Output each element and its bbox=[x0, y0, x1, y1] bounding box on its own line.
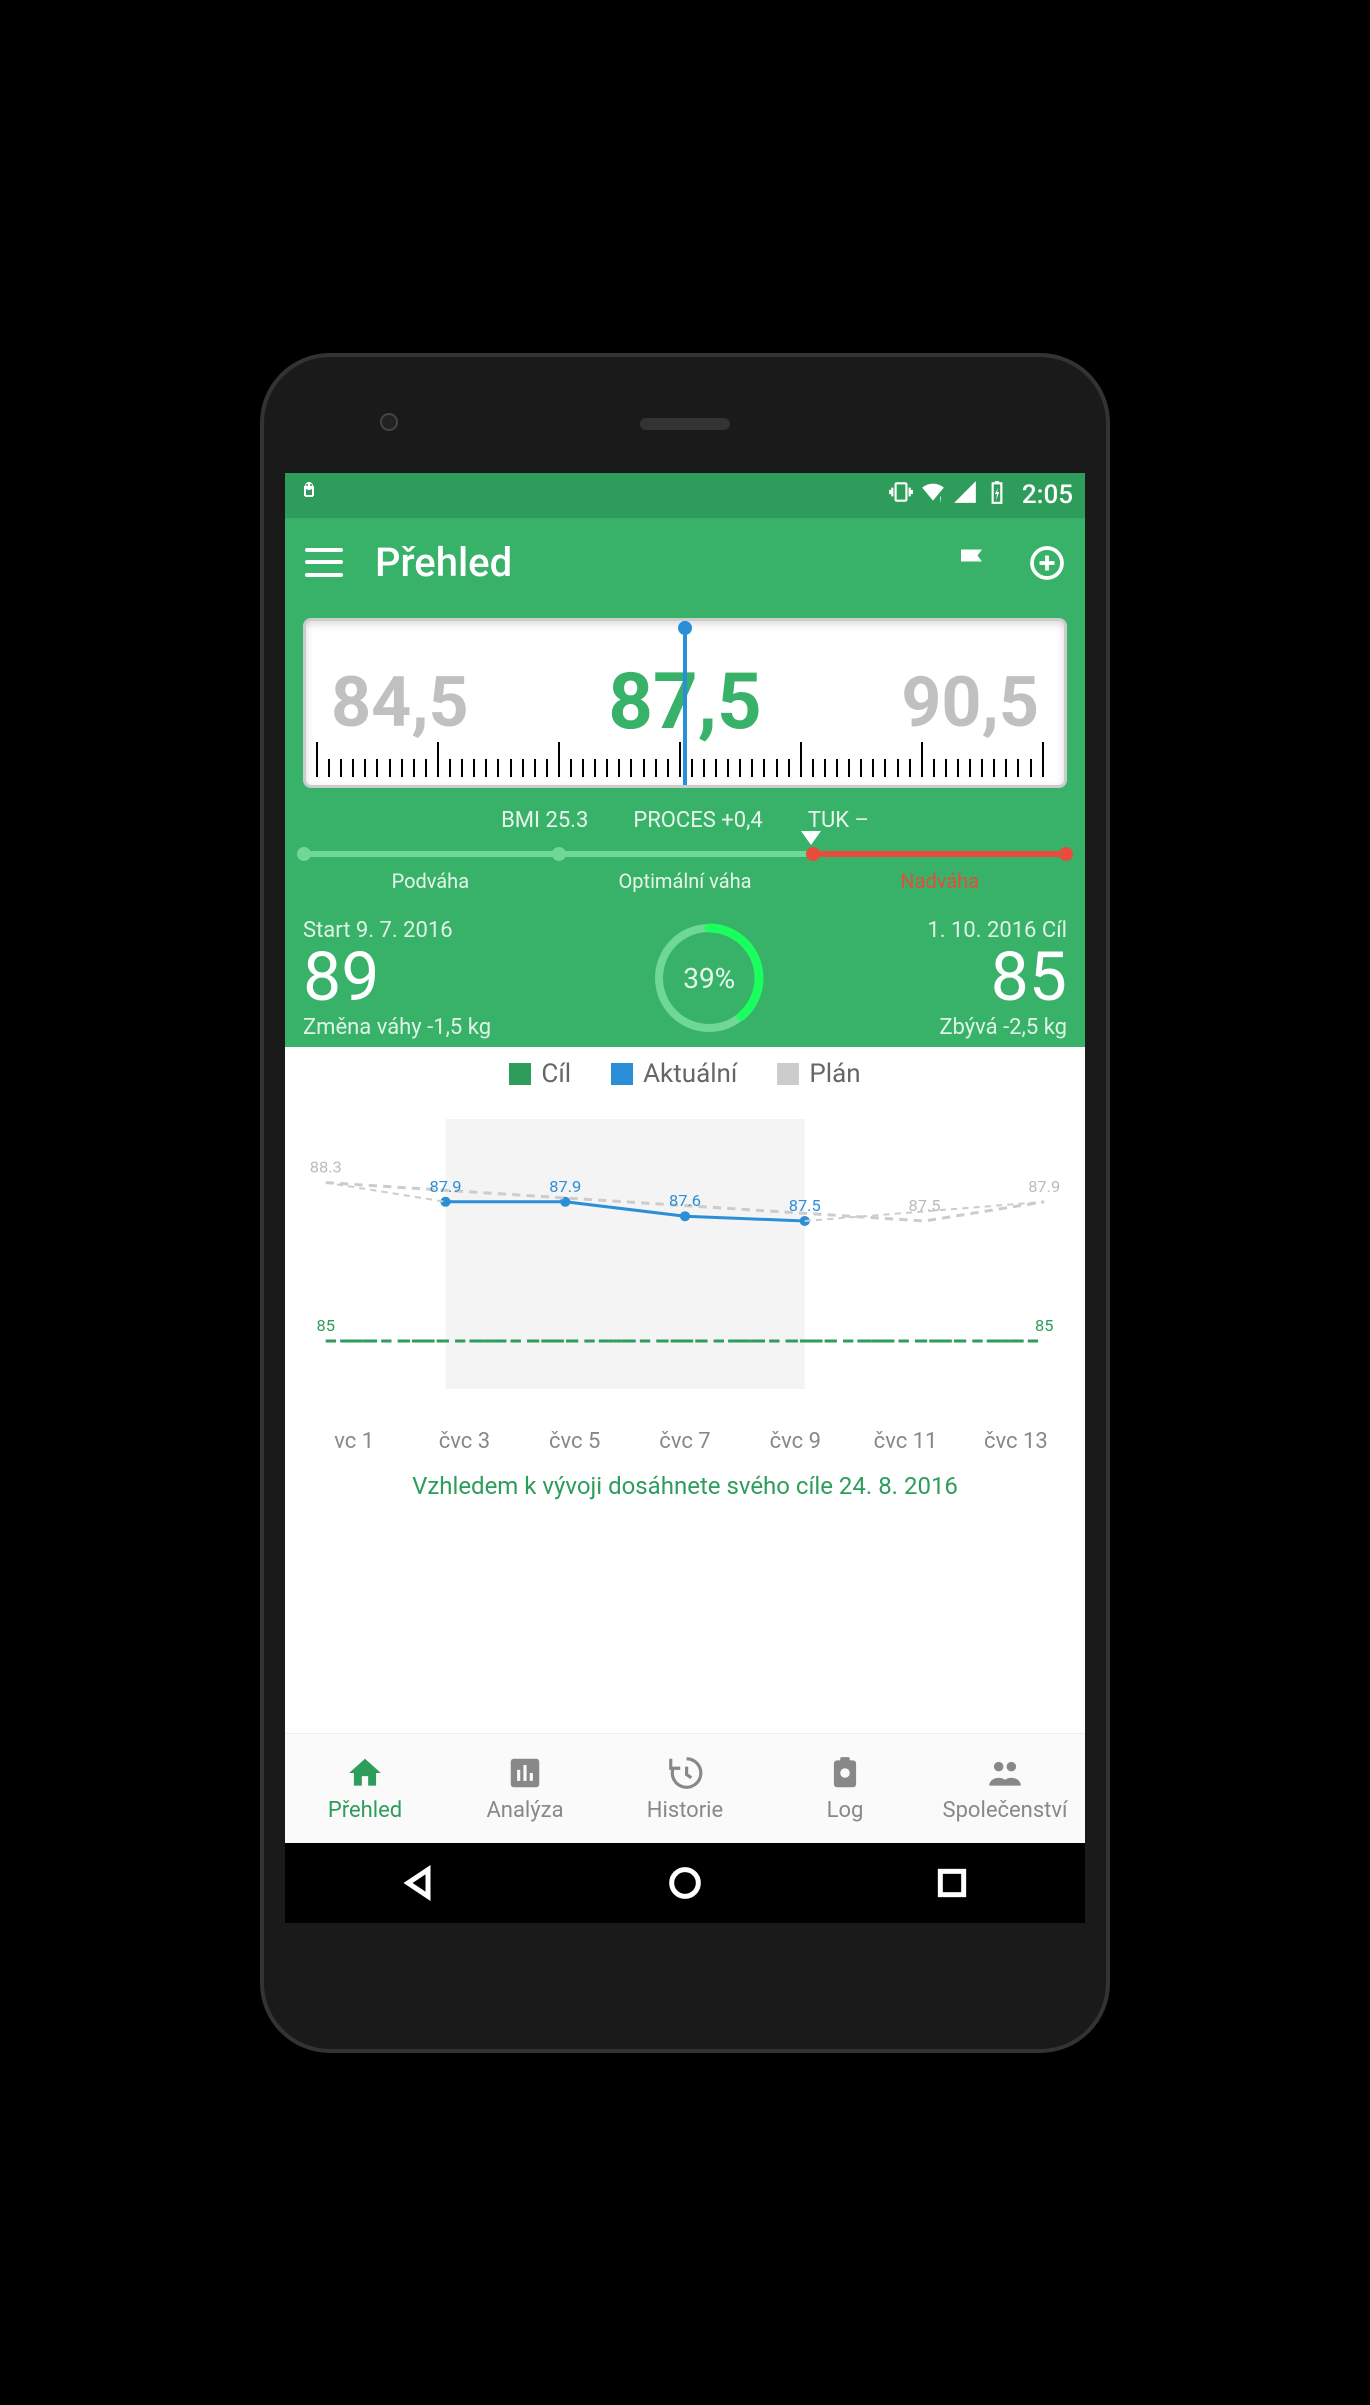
legend-actual: Aktuální bbox=[611, 1059, 737, 1089]
fat-value: TUK – bbox=[808, 808, 869, 833]
xaxis-label: čvc 5 bbox=[520, 1429, 630, 1454]
svg-text:87.9: 87.9 bbox=[1028, 1176, 1060, 1195]
goal-start: Start 9. 7. 2016 89 Změna váhy -1,5 kg bbox=[303, 918, 491, 1039]
goal-start-value: 89 bbox=[303, 943, 491, 1011]
xaxis-label: čvc 13 bbox=[961, 1429, 1071, 1454]
process-value: PROCES +0,4 bbox=[633, 808, 762, 833]
home-button[interactable] bbox=[665, 1863, 705, 1903]
wifi-icon: ! bbox=[920, 479, 946, 512]
log-icon bbox=[826, 1754, 864, 1792]
goal-end-delta: Zbývá -2,5 kg bbox=[927, 1015, 1067, 1039]
bmi-scale-labels: Podváha Optimální váha Nadváha bbox=[303, 869, 1067, 893]
status-time: 2:05 bbox=[1022, 480, 1073, 510]
svg-text:87.5: 87.5 bbox=[789, 1196, 821, 1215]
bottom-nav: Přehled Analýza Historie Log Společenstv… bbox=[285, 1733, 1085, 1843]
bmi-over-label: Nadváha bbox=[812, 869, 1067, 893]
xaxis-label: čvc 9 bbox=[740, 1429, 850, 1454]
xaxis-label: čvc 7 bbox=[630, 1429, 740, 1454]
nav-history[interactable]: Historie bbox=[605, 1734, 765, 1843]
forecast-text: Vzhledem k vývoji dosáhnete svého cíle 2… bbox=[295, 1472, 1075, 1500]
svg-text:!: ! bbox=[939, 494, 941, 503]
android-debug-icon bbox=[297, 480, 321, 511]
phone-frame: ! 2:05 Přehled 84,5 87,5 90,5 bbox=[260, 353, 1110, 2053]
back-button[interactable] bbox=[398, 1863, 438, 1903]
progress-ring: 39% bbox=[649, 918, 769, 1038]
menu-icon[interactable] bbox=[305, 544, 343, 582]
bmi-optimal-label: Optimální váha bbox=[558, 869, 813, 893]
svg-text:87.9: 87.9 bbox=[549, 1176, 581, 1195]
nav-log[interactable]: Log bbox=[765, 1734, 925, 1843]
xaxis-label: vc 1 bbox=[299, 1429, 409, 1454]
svg-text:85: 85 bbox=[317, 1316, 335, 1335]
progress-percent: 39% bbox=[649, 918, 769, 1038]
flag-icon[interactable] bbox=[955, 545, 991, 581]
chart-plot: 88.3 85 87.9 87.9 87.6 87.5 87.5 87.9 85 bbox=[295, 1119, 1075, 1419]
nav-analysis[interactable]: Analýza bbox=[445, 1734, 605, 1843]
goal-end-value: 85 bbox=[927, 943, 1067, 1011]
status-bar: ! 2:05 bbox=[285, 473, 1085, 518]
screen: ! 2:05 Přehled 84,5 87,5 90,5 bbox=[285, 473, 1085, 1923]
metrics-row: BMI 25.3 PROCES +0,4 TUK – bbox=[303, 808, 1067, 833]
nav-community[interactable]: Společenství bbox=[925, 1734, 1085, 1843]
bmi-scale bbox=[303, 847, 1067, 861]
svg-text:88.3: 88.3 bbox=[310, 1157, 342, 1176]
chart-legend: Cíl Aktuální Plán bbox=[295, 1059, 1075, 1089]
page-title: Přehled bbox=[375, 539, 923, 586]
goal-end: 1. 10. 2016 Cíl 85 Zbývá -2,5 kg bbox=[927, 918, 1067, 1039]
svg-text:85: 85 bbox=[1035, 1316, 1053, 1335]
android-nav-bar bbox=[285, 1843, 1085, 1923]
signal-icon bbox=[952, 479, 978, 512]
legend-goal: Cíl bbox=[509, 1059, 571, 1089]
summary-panel: 84,5 87,5 90,5 BMI 25.3 PROCES +0,4 TUK … bbox=[285, 608, 1085, 1047]
weight-prev: 84,5 bbox=[331, 662, 469, 744]
xaxis-label: čvc 11 bbox=[850, 1429, 960, 1454]
community-icon bbox=[986, 1754, 1024, 1792]
add-icon[interactable] bbox=[1029, 545, 1065, 581]
svg-text:87.5: 87.5 bbox=[908, 1196, 940, 1215]
legend-plan: Plán bbox=[777, 1059, 860, 1089]
svg-text:87.6: 87.6 bbox=[669, 1191, 701, 1210]
goal-row: Start 9. 7. 2016 89 Změna váhy -1,5 kg 3… bbox=[303, 918, 1067, 1047]
nav-overview[interactable]: Přehled bbox=[285, 1734, 445, 1843]
weight-next: 90,5 bbox=[901, 662, 1039, 744]
history-icon bbox=[666, 1754, 704, 1792]
weight-picker[interactable]: 84,5 87,5 90,5 bbox=[303, 618, 1067, 788]
battery-charging-icon bbox=[984, 479, 1010, 512]
picker-needle bbox=[683, 621, 687, 785]
app-bar: Přehled bbox=[285, 518, 1085, 608]
recent-button[interactable] bbox=[932, 1863, 972, 1903]
bmi-under-label: Podváha bbox=[303, 869, 558, 893]
chart-xaxis: vc 1čvc 3čvc 5čvc 7čvc 9čvc 11čvc 13 bbox=[295, 1429, 1075, 1454]
vibrate-icon bbox=[888, 479, 914, 512]
chart-area: Cíl Aktuální Plán 88.3 85 87.9 87.9 87.6 87.5… bbox=[285, 1047, 1085, 1518]
chart-icon bbox=[506, 1754, 544, 1792]
home-icon bbox=[346, 1754, 384, 1792]
bmi-value: BMI 25.3 bbox=[501, 808, 588, 833]
goal-start-delta: Změna váhy -1,5 kg bbox=[303, 1015, 491, 1039]
bmi-marker bbox=[801, 831, 821, 845]
svg-text:87.9: 87.9 bbox=[430, 1176, 462, 1195]
xaxis-label: čvc 3 bbox=[409, 1429, 519, 1454]
